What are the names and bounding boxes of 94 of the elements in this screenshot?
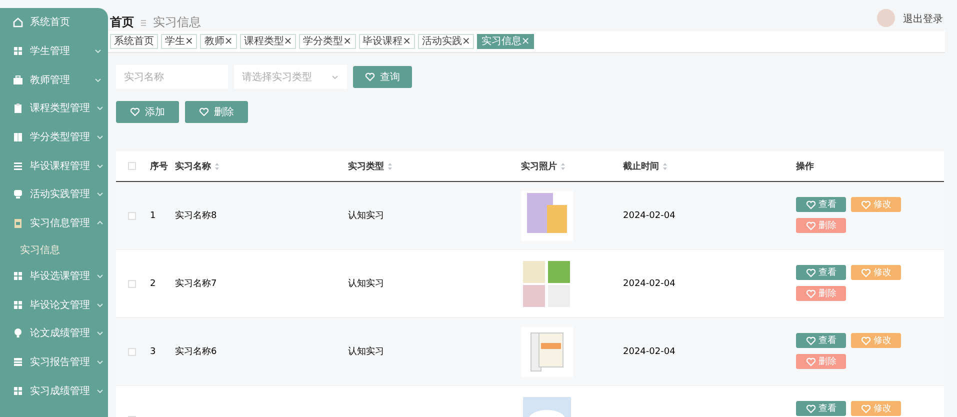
tab[interactable]: 学生×: [161, 34, 198, 49]
breadcrumb-item[interactable]: 首页: [110, 14, 134, 31]
table-cell-text: 实习名称8: [175, 210, 217, 222]
heart-icon: [806, 220, 816, 230]
grid-icon: [12, 45, 24, 58]
delete-button[interactable]: 删除: [796, 218, 846, 233]
row-checkbox[interactable]: [128, 348, 136, 356]
row-checkbox[interactable]: [128, 280, 136, 288]
view-button[interactable]: 查看: [796, 333, 846, 348]
chevron-icon: [331, 73, 339, 81]
grid-icon: [12, 270, 24, 282]
select-all-checkbox[interactable]: [128, 162, 136, 170]
tab[interactable]: 活动实践×: [418, 34, 474, 49]
table-cell: 2024-02-04: [623, 278, 676, 288]
row-checkbox[interactable]: [128, 212, 136, 220]
table-icon: [12, 356, 24, 368]
table-cell: 1: [150, 210, 156, 220]
table-cell: 2: [150, 278, 156, 288]
sidebar-item[interactable]: 实习报告管理: [0, 348, 108, 376]
sidebar-item[interactable]: 实习成绩管理: [0, 376, 108, 405]
clipboard-icon: [12, 102, 24, 114]
chat-icon: [12, 188, 24, 200]
type-select[interactable]: 请选择实习类型: [234, 65, 347, 89]
column-header[interactable]: 实习类型: [348, 160, 384, 172]
toolbar-button[interactable]: 添加: [116, 101, 179, 123]
table-cell-text: 实习名称7: [175, 278, 217, 290]
heart-icon: [860, 268, 870, 278]
heart-icon: [806, 268, 816, 278]
grid-icon: [12, 298, 24, 311]
name-search-field[interactable]: 实习名称: [116, 65, 228, 89]
table-cell-text: 认知实习: [348, 278, 384, 290]
edit-button[interactable]: 修改: [851, 333, 901, 348]
delete-button[interactable]: 删除: [796, 286, 846, 301]
table-cell-text: 认知实习: [348, 346, 384, 358]
sidebar-item[interactable]: 教师管理: [0, 65, 108, 94]
column-header[interactable]: 实习照片: [521, 160, 557, 172]
sidebar-item[interactable]: 课程类型管理: [0, 94, 108, 123]
toolbar-button[interactable]: 删除: [185, 101, 248, 123]
tab[interactable]: 系统首页: [110, 34, 158, 49]
sidebar-item[interactable]: 活动实践管理: [0, 180, 108, 209]
book-icon: [12, 131, 24, 144]
table-cell-text: 认知实习: [348, 210, 384, 222]
heart-icon: [806, 200, 816, 210]
table-cell: 2024-02-04: [623, 210, 676, 220]
heart-icon: [806, 336, 816, 346]
column-header: 序号: [150, 160, 168, 172]
bulb-icon: [12, 327, 24, 340]
submenu-item[interactable]: 实习信息: [0, 238, 108, 262]
tab[interactable]: 实习信息×: [477, 34, 534, 49]
column-header[interactable]: 截止时间: [623, 160, 659, 172]
grid-icon: [12, 384, 24, 397]
home-icon: [12, 16, 24, 28]
sidebar-item[interactable]: 毕设课程管理: [0, 151, 108, 180]
heart-icon: [806, 288, 816, 298]
sidebar-item[interactable]: 实习信息管理: [0, 208, 108, 238]
heart-icon: [860, 404, 870, 414]
delete-button[interactable]: 删除: [796, 354, 846, 369]
table-cell: 3: [150, 346, 156, 356]
heart-icon: [860, 336, 870, 346]
list-icon: [12, 160, 24, 172]
tab[interactable]: 毕设课程×: [358, 34, 415, 49]
document-icon: [12, 217, 24, 230]
tab[interactable]: 学分类型×: [299, 34, 356, 49]
photo-placeholder: [521, 258, 573, 308]
heart-icon: [806, 404, 816, 414]
sidebar-item[interactable]: 毕设论文管理: [0, 290, 108, 319]
sidebar-item[interactable]: 毕设选课管理: [0, 262, 108, 290]
heart-icon: [365, 72, 375, 82]
avatar-icon[interactable]: [877, 9, 895, 27]
heart-icon: [806, 356, 816, 366]
sidebar-item[interactable]: 系统首页: [0, 8, 108, 37]
search-button[interactable]: 查询: [353, 66, 412, 88]
tab[interactable]: 课程类型×: [240, 34, 296, 49]
sidebar-item[interactable]: 学生管理: [0, 36, 108, 66]
table-cell: 2024-02-04: [623, 346, 676, 356]
logout-link[interactable]: 退出登录: [903, 12, 943, 26]
view-button[interactable]: 查看: [796, 265, 846, 280]
tab[interactable]: 教师×: [200, 34, 237, 49]
edit-button[interactable]: 修改: [851, 401, 901, 416]
column-header[interactable]: 实习名称: [175, 160, 211, 172]
heart-icon: [130, 107, 140, 117]
view-button[interactable]: 查看: [796, 197, 846, 212]
briefcase-icon: [12, 74, 24, 86]
separator-icon: [140, 18, 147, 28]
table-cell-text: 实习名称6: [175, 346, 217, 358]
edit-button[interactable]: 修改: [851, 265, 901, 280]
heart-icon: [199, 107, 209, 117]
edit-button[interactable]: 修改: [851, 197, 901, 212]
sidebar-item[interactable]: 学分类型管理: [0, 122, 108, 152]
breadcrumb-item: 实习信息: [153, 14, 201, 31]
view-button[interactable]: 查看: [796, 401, 846, 416]
heart-icon: [860, 200, 870, 210]
column-header: 操作: [796, 160, 814, 172]
sidebar-item[interactable]: 论文成绩管理: [0, 318, 108, 348]
